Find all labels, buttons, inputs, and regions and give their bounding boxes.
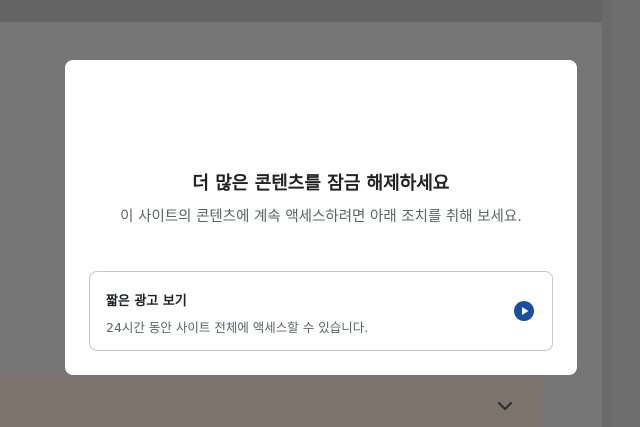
watch-ad-option-button[interactable]: 짧은 광고 보기 24시간 동안 사이트 전체에 액세스할 수 있습니다. [89,271,553,351]
background-scrollbar [602,0,612,427]
background-top-bar [0,0,640,22]
modal-title: 더 많은 콘텐츠를 잠금 해제하세요 [192,173,450,194]
background-side-area [612,0,640,427]
modal-description: 이 사이트의 콘텐츠에 계속 액세스하려면 아래 조치를 취해 보세요. [120,209,522,225]
chevron-down-icon[interactable] [496,399,514,413]
option-subtitle: 24시간 동안 사이트 전체에 액세스할 수 있습니다. [106,320,369,335]
play-circle-icon[interactable] [514,301,534,321]
option-title: 짧은 광고 보기 [106,294,187,309]
background-section-card [0,375,543,427]
